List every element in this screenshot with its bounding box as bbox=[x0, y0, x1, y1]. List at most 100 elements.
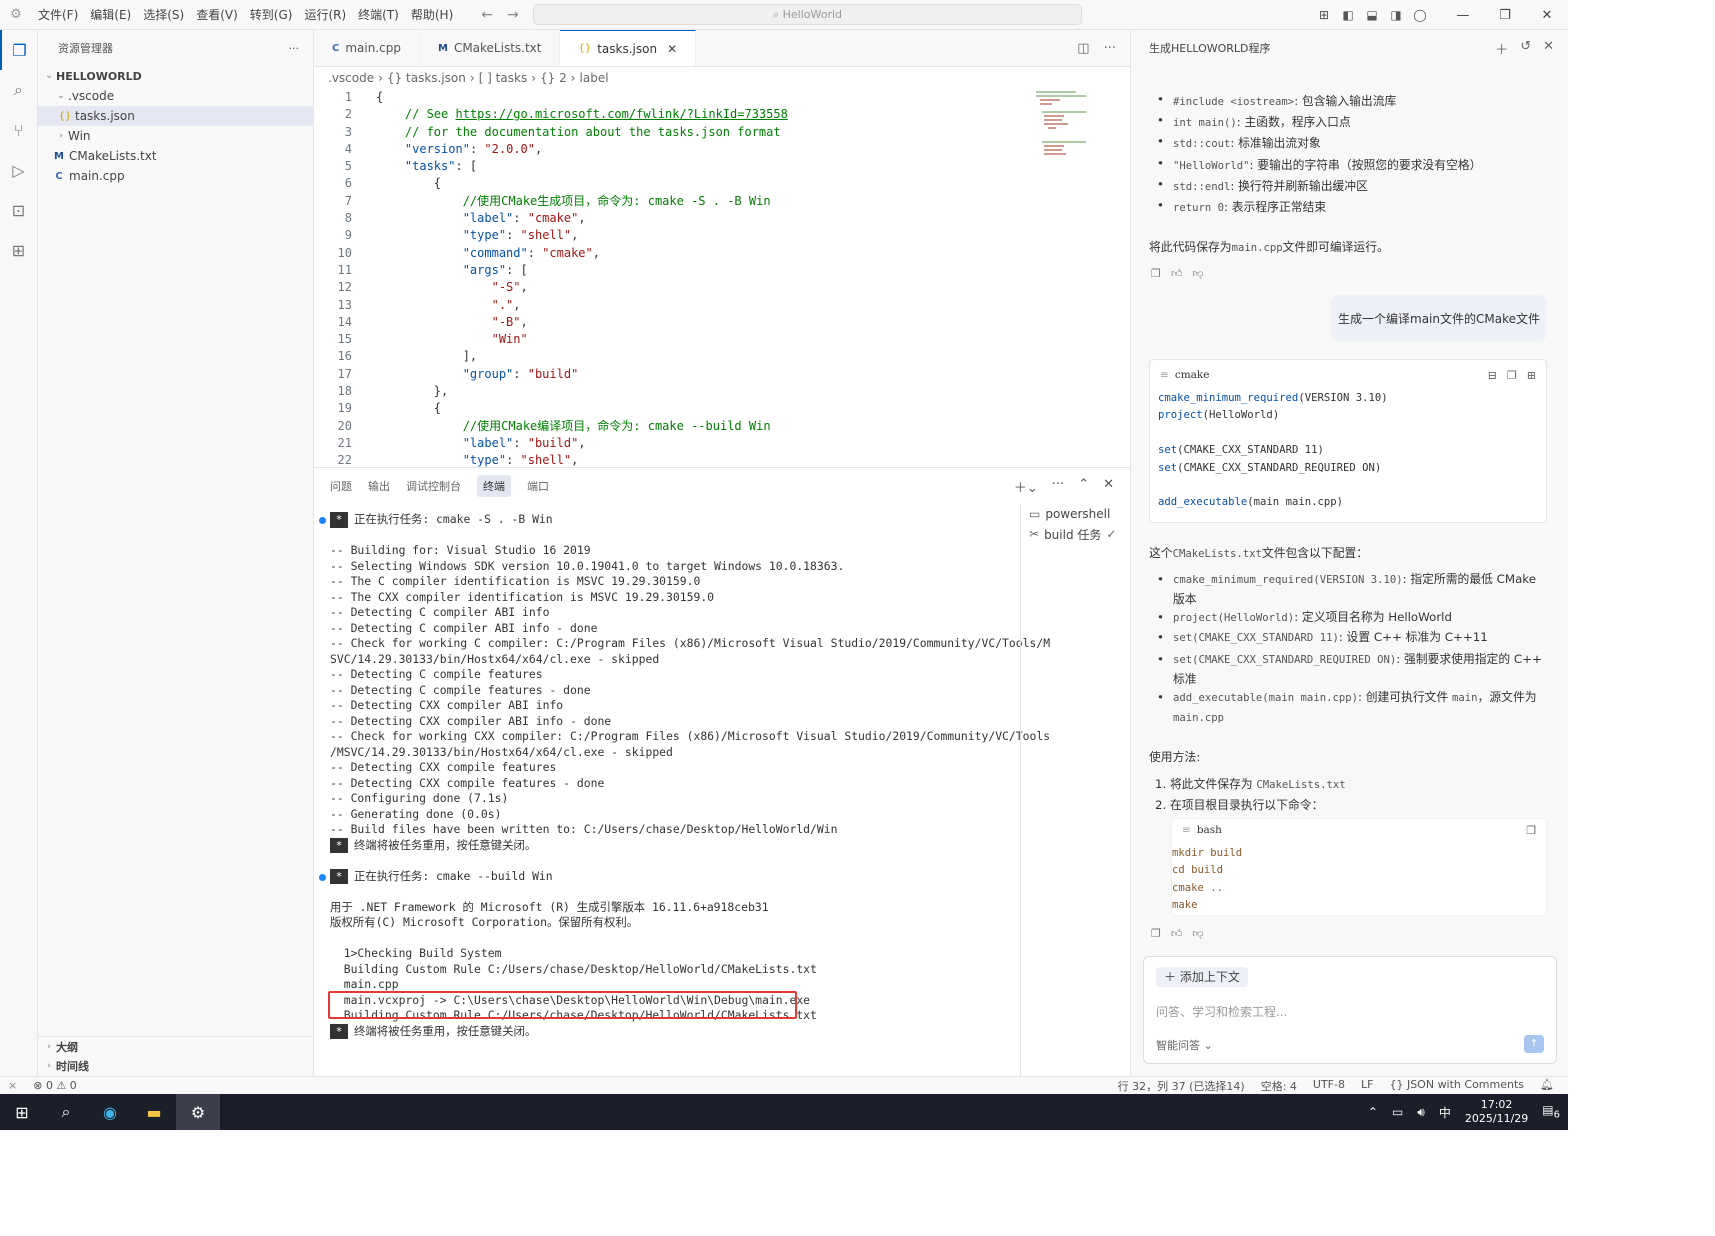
editor-more-icon[interactable]: ··· bbox=[1104, 41, 1116, 56]
file-tree: ⌄ HELLOWORLD ⌄ .vscode {} tasks.json › Win M… bbox=[38, 66, 313, 186]
volume-icon[interactable]: 🔊︎ bbox=[1417, 1105, 1425, 1120]
close-tab-icon[interactable]: ✕ bbox=[667, 42, 677, 56]
menu-item[interactable]: 查看(V) bbox=[190, 0, 244, 30]
source-control-icon[interactable]: ⑂ bbox=[0, 110, 37, 150]
network-icon[interactable]: ▭ bbox=[1392, 1105, 1403, 1119]
new-terminal-icon[interactable]: ＋⌄ bbox=[1014, 477, 1038, 496]
search-icon[interactable]: ⌕ bbox=[0, 70, 37, 110]
toggle-panel-icon[interactable]: ⬓ bbox=[1360, 8, 1384, 22]
code-editor-app-icon[interactable]: ⚙ bbox=[176, 1094, 220, 1130]
tree-item-tasks-json[interactable]: {} tasks.json bbox=[38, 106, 313, 126]
search-icon[interactable]: ⌕ bbox=[44, 1094, 88, 1130]
run-debug-icon[interactable]: ▷ bbox=[0, 150, 37, 190]
tab-debug-console[interactable]: 调试控制台 bbox=[406, 478, 461, 494]
command-center-search[interactable]: ⌕ HelloWorld bbox=[533, 4, 1082, 25]
menu-item[interactable]: 终端(T) bbox=[352, 0, 405, 30]
toggle-sidebar-icon[interactable]: ◧ bbox=[1336, 8, 1360, 22]
account-icon[interactable]: ◯ bbox=[1408, 8, 1432, 22]
breadcrumb-item[interactable]: label bbox=[580, 71, 609, 85]
line-number: 16 bbox=[337, 349, 352, 364]
tree-item-cmakelists[interactable]: M CMakeLists.txt bbox=[38, 146, 313, 166]
new-chat-icon[interactable]: ＋ bbox=[1495, 39, 1508, 58]
breadcrumb-item[interactable]: .vscode bbox=[328, 71, 374, 85]
tab-problems[interactable]: 问题 bbox=[330, 478, 352, 494]
menu-item[interactable]: 编辑(E) bbox=[84, 0, 137, 30]
copy-icon[interactable]: ❐ bbox=[1526, 824, 1536, 837]
tree-item-main-cpp[interactable]: Cmain.cpp bbox=[38, 166, 313, 186]
send-button[interactable]: ↑ bbox=[1524, 1035, 1544, 1053]
close-panel-icon[interactable]: ✕ bbox=[1103, 477, 1114, 496]
thumbs-down-icon[interactable]: 👎︎ bbox=[1192, 927, 1203, 940]
copy-icon[interactable]: ❐ bbox=[1151, 267, 1161, 280]
restore-button[interactable]: ❐ bbox=[1484, 8, 1526, 23]
tab-terminal[interactable]: 终端 bbox=[477, 475, 511, 497]
file-explorer-icon[interactable]: ▬ bbox=[132, 1094, 176, 1130]
problems-status[interactable]: ⊗ 0 ⚠ 0 bbox=[33, 1079, 77, 1092]
clock[interactable]: 17:02 2025/11/29 bbox=[1465, 1098, 1528, 1126]
forward-arrow-icon[interactable]: → bbox=[507, 7, 519, 23]
history-icon[interactable]: ↺ bbox=[1520, 39, 1531, 58]
code-editor[interactable]: 1{2 // See https://go.microsoft.com/fwli… bbox=[314, 89, 1130, 467]
maximize-panel-icon[interactable]: ⌃ bbox=[1078, 477, 1089, 496]
start-icon[interactable]: ⊞ bbox=[0, 1094, 44, 1130]
insert-icon[interactable]: ⊟ bbox=[1488, 369, 1497, 382]
breadcrumb-item[interactable]: {} tasks.json bbox=[387, 71, 466, 85]
tree-root[interactable]: ⌄ HELLOWORLD bbox=[38, 66, 313, 86]
explorer-icon[interactable]: ❐ bbox=[0, 30, 37, 70]
minimap[interactable] bbox=[1034, 89, 1094, 169]
ime-indicator[interactable]: 中 bbox=[1439, 1104, 1451, 1121]
thumbs-up-icon[interactable]: 👍︎ bbox=[1171, 267, 1183, 280]
code-link[interactable]: https://go.microsoft.com/fwlink/?LinkId=… bbox=[455, 107, 787, 121]
copy-icon[interactable]: ❐ bbox=[1507, 369, 1517, 382]
tab-cmakelists[interactable]: M CMakeLists.txt bbox=[420, 30, 561, 66]
tab-tasks-json[interactable]: {} tasks.json ✕ bbox=[560, 30, 697, 66]
notification-center-icon[interactable]: ▤6 bbox=[1542, 1103, 1560, 1120]
tab-main-cpp[interactable]: Cmain.cpp bbox=[314, 30, 420, 66]
breadcrumb-item[interactable]: [ ] tasks bbox=[479, 71, 528, 85]
add-context-button[interactable]: ＋ 添加上下文 bbox=[1156, 967, 1248, 987]
remote-explorer-icon[interactable]: ⊡ bbox=[0, 190, 37, 230]
close-window-button[interactable]: ✕ bbox=[1526, 8, 1568, 23]
encoding[interactable]: UTF-8 bbox=[1313, 1078, 1345, 1094]
close-chat-icon[interactable]: ✕ bbox=[1543, 39, 1554, 58]
menu-item[interactable]: 选择(S) bbox=[137, 0, 190, 30]
menu-item[interactable]: 运行(R) bbox=[298, 0, 352, 30]
tab-ports[interactable]: 端口 bbox=[527, 478, 549, 494]
menu-item[interactable]: 转到(G) bbox=[244, 0, 299, 30]
task-status-dot bbox=[319, 873, 326, 881]
cursor-position[interactable]: 行 32，列 37 (已选择14) bbox=[1118, 1078, 1245, 1094]
chat-input[interactable]: ＋ 添加上下文 问答、学习和检索工程... 智能问答 ⌄ ↑ bbox=[1143, 956, 1557, 1064]
more-actions-icon[interactable]: ··· bbox=[289, 42, 300, 55]
back-arrow-icon[interactable]: ← bbox=[481, 7, 493, 23]
thumbs-up-icon[interactable]: 👍︎ bbox=[1171, 927, 1183, 940]
menu-item[interactable]: 文件(F) bbox=[32, 0, 84, 30]
breadcrumb-item[interactable]: {} 2 bbox=[540, 71, 567, 85]
language-mode[interactable]: {} JSON with Comments bbox=[1389, 1078, 1524, 1094]
new-file-icon[interactable]: ⊞ bbox=[1527, 369, 1536, 382]
split-editor-icon[interactable]: ◫ bbox=[1077, 41, 1089, 56]
remote-icon[interactable]: ⨯ bbox=[8, 1079, 17, 1092]
outline-section[interactable]: › 大纲 bbox=[38, 1036, 313, 1056]
mode-selector[interactable]: 智能问答 ⌄ bbox=[1156, 1037, 1213, 1053]
indentation[interactable]: 空格: 4 bbox=[1261, 1078, 1297, 1094]
tree-item-win[interactable]: › Win bbox=[38, 126, 313, 146]
extensions-icon[interactable]: ⊞ bbox=[0, 230, 37, 270]
layout-customize-icon[interactable]: ⊞ bbox=[1312, 8, 1336, 22]
terminal-item-build[interactable]: ✂ build 任务 ✓ bbox=[1029, 524, 1130, 544]
timeline-section[interactable]: › 时间线 bbox=[38, 1056, 313, 1076]
edge-icon[interactable]: ◉ bbox=[88, 1094, 132, 1130]
minimize-button[interactable]: — bbox=[1442, 8, 1484, 23]
menu-item[interactable]: 帮助(H) bbox=[405, 0, 459, 30]
thumbs-down-icon[interactable]: 👎︎ bbox=[1192, 267, 1203, 280]
tab-output[interactable]: 输出 bbox=[368, 478, 390, 494]
terminal-item-powershell[interactable]: ▭ powershell bbox=[1029, 504, 1130, 524]
show-hidden-icon[interactable]: ⌃ bbox=[1368, 1105, 1378, 1119]
panel-more-icon[interactable]: ··· bbox=[1052, 477, 1064, 496]
notifications-icon[interactable]: 🔔︎ bbox=[1540, 1078, 1554, 1094]
tools-icon: ✂ bbox=[1029, 527, 1040, 541]
tree-item-vscode[interactable]: ⌄ .vscode bbox=[38, 86, 313, 106]
terminal-output[interactable]: * 正在执行任务: cmake -S . -B Win -- Building fo… bbox=[319, 512, 1050, 1072]
toggle-secondary-sidebar-icon[interactable]: ◨ bbox=[1384, 8, 1408, 22]
copy-icon[interactable]: ❐ bbox=[1151, 927, 1161, 940]
eol[interactable]: LF bbox=[1361, 1078, 1373, 1094]
